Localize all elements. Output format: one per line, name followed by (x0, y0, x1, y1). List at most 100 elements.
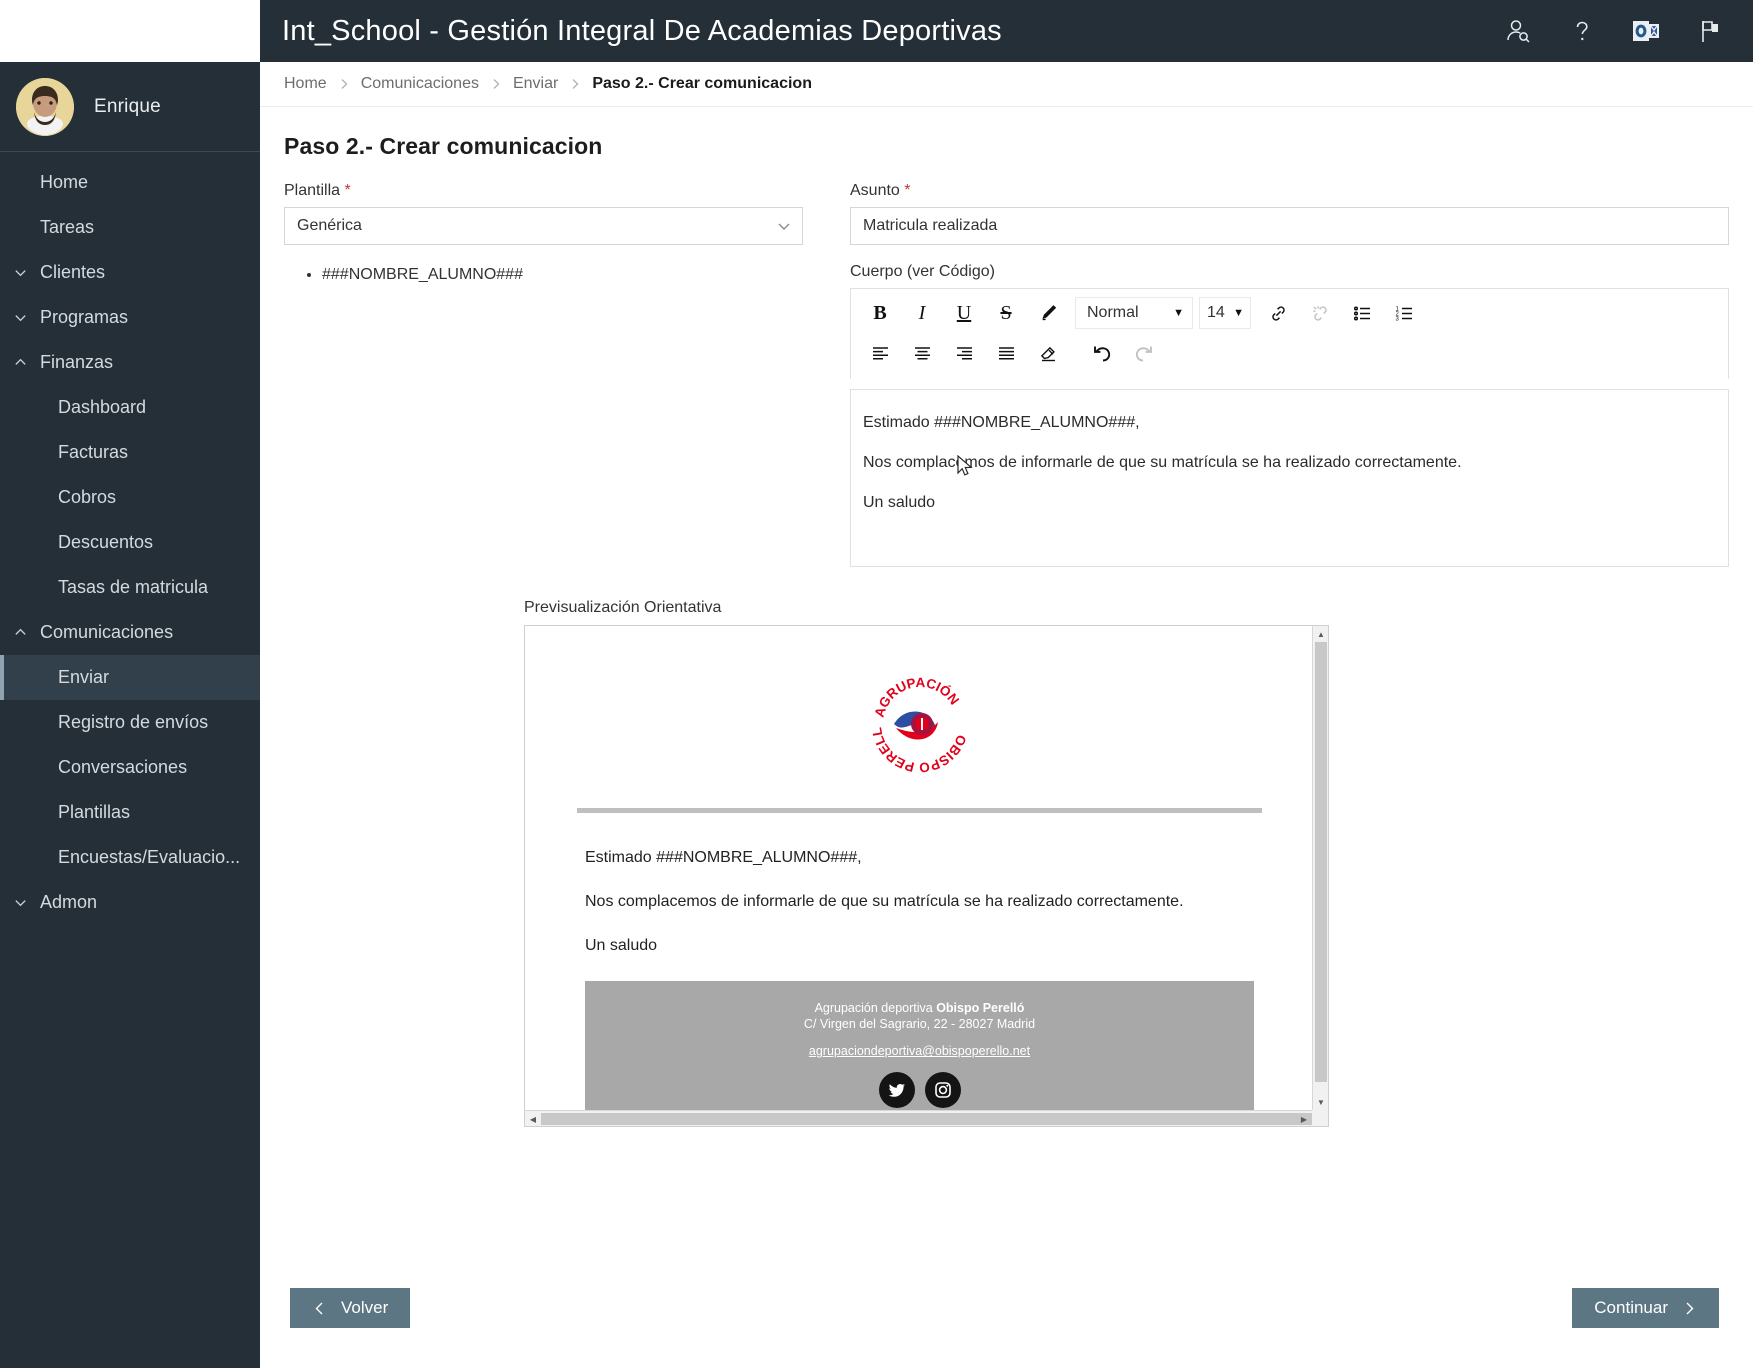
editor-toolbar-row-1: B I U S Normal ▼ 14 ▼ 1 2 3 (859, 293, 1720, 333)
sidebar-item-cobros[interactable]: Cobros (0, 475, 260, 520)
asunto-input[interactable]: Matricula realizada (850, 207, 1729, 245)
sidebar-item-finanzas[interactable]: Finanzas (0, 340, 260, 385)
sidebar-item-plantillas[interactable]: Plantillas (0, 790, 260, 835)
preview-label: Previsualización Orientativa (524, 599, 722, 616)
sidebar-item-label: Tasas de matricula (58, 577, 209, 597)
sidebar-item-label: Descuentos (58, 532, 154, 552)
editor-paragraph: Un saludo (863, 494, 936, 511)
chevron-up-icon (0, 355, 40, 370)
scroll-down-icon[interactable]: ▼ (1313, 1094, 1328, 1110)
sidebar-item-clientes[interactable]: Clientes (0, 250, 260, 295)
breadcrumb-item[interactable]: Home (284, 75, 327, 93)
preview-footer-org: Agrupación deportiva Obispo Perelló (585, 1001, 1254, 1017)
preview-social-links (585, 1072, 1254, 1109)
continue-button-label: Continuar (1594, 1298, 1668, 1317)
user-search-icon[interactable] (1501, 14, 1535, 48)
chevron-down-icon (0, 310, 40, 325)
scrollbar-corner (1312, 1110, 1328, 1126)
back-button[interactable]: Volver (290, 1288, 411, 1328)
redo-button[interactable] (1123, 335, 1165, 371)
strikethrough-glyph: S (1000, 302, 1012, 324)
preview-footer-org-prefix: Agrupación deportiva (814, 1001, 937, 1015)
scroll-right-icon[interactable]: ▶ (1296, 1111, 1312, 1126)
editor-content[interactable]: Estimado ###NOMBRE_ALUMNO###, Nos complac… (850, 389, 1729, 567)
top-bar-icons (1501, 14, 1727, 48)
outlook-icon[interactable] (1629, 14, 1663, 48)
action-bar: Volver Continuar (260, 1256, 1753, 1368)
instagram-icon[interactable] (924, 1072, 961, 1109)
strikethrough-button[interactable]: S (985, 295, 1027, 331)
link-button[interactable] (1257, 295, 1299, 331)
scroll-up-icon[interactable]: ▲ (1313, 626, 1328, 642)
vertical-scroll-thumb[interactable] (1315, 642, 1327, 1082)
sidebar-item-enviar[interactable]: Enviar (0, 655, 260, 700)
form-area: Plantilla * Genérica ###NOMBRE_ALUMNO### (260, 160, 1753, 1127)
align-left-button[interactable] (859, 335, 901, 371)
sidebar-item-tasas-de-matricula[interactable]: Tasas de matricula (0, 565, 260, 610)
text-color-pen-icon[interactable] (1027, 295, 1069, 331)
format-select[interactable]: Normal ▼ (1075, 297, 1193, 329)
undo-button[interactable] (1081, 335, 1123, 371)
user-profile[interactable]: Enrique (0, 62, 260, 152)
user-name: Enrique (94, 95, 161, 117)
breadcrumb-item[interactable]: Enviar (513, 75, 558, 93)
align-center-button[interactable] (901, 335, 943, 371)
preview-paragraph: Un saludo (585, 937, 658, 954)
align-justify-button[interactable] (985, 335, 1027, 371)
editor-toolbar: B I U S Normal ▼ 14 ▼ 1 2 3 (850, 288, 1729, 379)
sidebar-top-spacer (0, 0, 260, 62)
breadcrumb-separator-icon (490, 78, 502, 90)
bullet-list-button[interactable] (1341, 295, 1383, 331)
flag-icon[interactable] (1693, 14, 1727, 48)
plantilla-selected-value: Genérica (297, 217, 362, 234)
twitter-icon[interactable] (878, 1072, 915, 1109)
sidebar-item-label: Facturas (58, 442, 129, 462)
sidebar-item-label: Admon (40, 892, 98, 912)
preview-vertical-scrollbar[interactable]: ▲ ▼ (1312, 626, 1328, 1110)
preview-horizontal-scrollbar[interactable]: ◀ ▶ (525, 1110, 1328, 1126)
numbered-list-button[interactable]: 1 2 3 (1383, 295, 1425, 331)
continue-button[interactable]: Continuar (1572, 1288, 1719, 1328)
clear-format-eraser-icon[interactable] (1027, 335, 1069, 371)
asunto-label-text: Asunto (850, 182, 900, 199)
breadcrumb-item[interactable]: Comunicaciones (361, 75, 479, 93)
sidebar-item-admon[interactable]: Admon (0, 880, 260, 925)
sidebar-item-tareas[interactable]: Tareas (0, 205, 260, 250)
scroll-left-icon[interactable]: ◀ (525, 1111, 541, 1126)
font-size-select[interactable]: 14 ▼ (1199, 297, 1251, 329)
sidebar-item-registro-de-env-os[interactable]: Registro de envíos (0, 700, 260, 745)
preview-divider (577, 808, 1262, 813)
sidebar-item-conversaciones[interactable]: Conversaciones (0, 745, 260, 790)
unlink-button[interactable] (1299, 295, 1341, 331)
align-right-button[interactable] (943, 335, 985, 371)
chevron-down-icon (776, 218, 792, 234)
sidebar-item-comunicaciones[interactable]: Comunicaciones (0, 610, 260, 655)
main-area: Int_School - Gestión Integral De Academi… (260, 0, 1753, 1368)
underline-button[interactable]: U (943, 295, 985, 331)
preview-frame: AGRUPACIÓN OBISPO PERELLÓ (524, 625, 1329, 1127)
plantilla-label: Plantilla * (284, 182, 824, 200)
sidebar-item-home[interactable]: Home (0, 160, 260, 205)
app-title: Int_School - Gestión Integral De Academi… (282, 14, 1002, 47)
italic-button[interactable]: I (901, 295, 943, 331)
help-icon[interactable] (1565, 14, 1599, 48)
sidebar-item-label: Plantillas (58, 802, 131, 822)
sidebar-item-programas[interactable]: Programas (0, 295, 260, 340)
preview-footer-email[interactable]: agrupaciondeportiva@obispoperello.net (809, 1044, 1030, 1058)
left-column: Plantilla * Genérica ###NOMBRE_ALUMNO### (284, 182, 824, 567)
horizontal-scroll-thumb[interactable] (541, 1113, 1328, 1125)
sidebar-item-label: Comunicaciones (40, 622, 174, 642)
back-button-label: Volver (341, 1298, 389, 1317)
sidebar-item-facturas[interactable]: Facturas (0, 430, 260, 475)
sidebar-item-descuentos[interactable]: Descuentos (0, 520, 260, 565)
top-bar: Int_School - Gestión Integral De Academi… (260, 0, 1753, 62)
plantilla-select[interactable]: Genérica (284, 207, 803, 245)
bold-button[interactable]: B (859, 295, 901, 331)
bold-glyph: B (873, 302, 887, 324)
sidebar-item-encuestas-evaluacio[interactable]: Encuestas/Evaluacio... (0, 835, 260, 880)
preview-document: AGRUPACIÓN OBISPO PERELLÓ (525, 626, 1314, 1112)
asunto-required-mark: * (904, 182, 911, 199)
sidebar-item-label: Conversaciones (58, 757, 188, 777)
sidebar-item-dashboard[interactable]: Dashboard (0, 385, 260, 430)
preview-body: Estimado ###NOMBRE_ALUMNO###, Nos complac… (555, 849, 1284, 955)
